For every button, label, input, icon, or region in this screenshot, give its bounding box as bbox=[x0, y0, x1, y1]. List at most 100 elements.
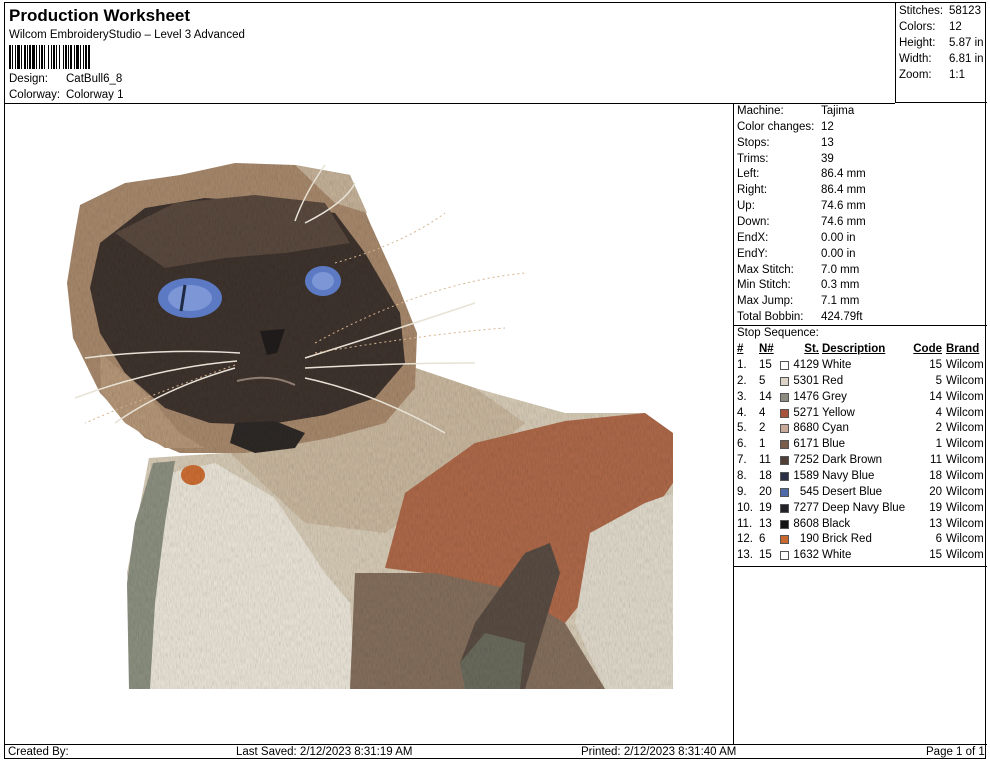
row-stitches: 5271 bbox=[793, 406, 819, 419]
info-row: Up: 74.6 mm bbox=[737, 200, 866, 212]
color-swatch bbox=[780, 471, 789, 481]
row-stitches: 7277 bbox=[793, 501, 819, 514]
row-brand: Wilcom bbox=[946, 517, 984, 530]
stop-sequence-row: 10. 19 7277 Deep Navy Blue 19 Wilcom bbox=[734, 502, 987, 518]
divider bbox=[734, 566, 987, 567]
info-value: 86.4 mm bbox=[821, 184, 866, 197]
info-label: Color changes: bbox=[737, 120, 815, 133]
stop-sequence-row: 9. 20 545 Desert Blue 20 Wilcom bbox=[734, 486, 987, 502]
stop-sequence-row: 12. 6 190 Brick Red 6 Wilcom bbox=[734, 533, 987, 549]
row-index: 2. bbox=[737, 374, 747, 387]
design-name-row: Design: CatBull6_8 bbox=[9, 73, 122, 85]
row-needle: 15 bbox=[759, 359, 772, 371]
info-label: Down: bbox=[737, 215, 770, 228]
color-swatch bbox=[780, 376, 789, 386]
barcode-image bbox=[9, 45, 155, 69]
row-stitches: 545 bbox=[799, 485, 819, 498]
info-label: Machine: bbox=[737, 105, 784, 117]
col-brand-header: Brand bbox=[946, 343, 980, 355]
row-brand: Wilcom bbox=[946, 469, 984, 482]
row-stitches: 1589 bbox=[793, 469, 819, 482]
row-description: Grey bbox=[822, 390, 847, 403]
info-row: Down: 74.6 mm bbox=[737, 216, 866, 228]
stat-label: Zoom: bbox=[899, 69, 932, 81]
color-swatch bbox=[780, 456, 789, 466]
stop-sequence-row: 6. 1 6171 Blue 1 Wilcom bbox=[734, 438, 987, 454]
stop-sequence-row: 3. 14 1476 Grey 14 Wilcom bbox=[734, 391, 987, 407]
info-row: Total Bobbin: 424.79ft bbox=[737, 311, 863, 323]
row-code: 14 bbox=[929, 390, 942, 403]
row-index: 4. bbox=[737, 406, 747, 419]
info-label: Min Stitch: bbox=[737, 279, 791, 292]
row-description: Cyan bbox=[822, 422, 849, 435]
row-code: 13 bbox=[929, 517, 942, 530]
row-brand: Wilcom bbox=[946, 485, 984, 498]
row-brand: Wilcom bbox=[946, 359, 984, 371]
row-index: 3. bbox=[737, 390, 747, 403]
row-description: Blue bbox=[822, 438, 846, 451]
row-needle: 13 bbox=[759, 517, 772, 530]
row-code: 6 bbox=[935, 533, 942, 546]
divider bbox=[734, 325, 987, 326]
stop-sequence-row: 7. 11 7252 Dark Brown 11 Wilcom bbox=[734, 454, 987, 470]
stat-stitches: Stitches: 58123 bbox=[899, 5, 981, 17]
info-label: EndX: bbox=[737, 231, 769, 244]
info-row: Right: 86.4 mm bbox=[737, 184, 866, 196]
row-needle: 2 bbox=[759, 422, 766, 435]
stat-label: Stitches: bbox=[899, 5, 944, 17]
stop-sequence-row: 5. 2 8680 Cyan 2 Wilcom bbox=[734, 422, 987, 438]
row-code: 19 bbox=[929, 501, 942, 514]
color-swatch bbox=[780, 408, 789, 418]
row-brand: Wilcom bbox=[946, 533, 984, 546]
row-description: Yellow bbox=[822, 406, 855, 419]
row-stitches: 8608 bbox=[793, 517, 819, 530]
row-code: 1 bbox=[935, 438, 942, 451]
row-stitches: 6171 bbox=[793, 438, 819, 451]
design-preview bbox=[5, 103, 734, 744]
info-row: Trims: 39 bbox=[737, 153, 834, 165]
row-brand: Wilcom bbox=[946, 422, 984, 435]
color-swatch bbox=[780, 487, 789, 497]
row-index: 10. bbox=[737, 501, 753, 514]
stop-sequence-row: 8. 18 1589 Navy Blue 18 Wilcom bbox=[734, 470, 987, 486]
col-code-header: Code bbox=[913, 343, 942, 355]
row-needle: 18 bbox=[759, 469, 772, 482]
info-row: Color changes: 12 bbox=[737, 121, 834, 133]
row-needle: 19 bbox=[759, 501, 772, 514]
info-value: 424.79ft bbox=[821, 311, 863, 324]
info-row: Min Stitch: 0.3 mm bbox=[737, 279, 859, 291]
colorway-value: Colorway 1 bbox=[66, 89, 124, 101]
row-code: 15 bbox=[929, 359, 942, 371]
info-label: Up: bbox=[737, 200, 755, 213]
stat-height: Height: 5.87 in bbox=[899, 37, 984, 49]
row-stitches: 4129 bbox=[793, 359, 819, 371]
row-needle: 20 bbox=[759, 485, 772, 498]
row-brand: Wilcom bbox=[946, 454, 984, 467]
info-value: 13 bbox=[821, 136, 834, 149]
barcode-bar bbox=[88, 45, 90, 69]
info-label: Max Jump: bbox=[737, 295, 794, 308]
row-description: White bbox=[822, 359, 852, 371]
stat-value: 6.81 in bbox=[949, 53, 984, 65]
info-value: 12 bbox=[821, 120, 834, 133]
color-swatch bbox=[780, 551, 789, 561]
stat-label: Height: bbox=[899, 37, 936, 49]
info-label: EndY: bbox=[737, 247, 768, 260]
row-index: 1. bbox=[737, 359, 747, 371]
info-row: EndX: 0.00 in bbox=[737, 232, 856, 244]
row-code: 11 bbox=[930, 454, 942, 467]
design-value: CatBull6_8 bbox=[66, 73, 123, 85]
row-index: 9. bbox=[737, 485, 747, 498]
stop-sequence-row: 1. 15 4129 White 15 Wilcom bbox=[734, 359, 987, 375]
row-code: 20 bbox=[929, 485, 942, 498]
stop-sequence-row: 2. 5 5301 Red 5 Wilcom bbox=[734, 375, 987, 391]
design-stats: Stitches: 58123 Colors: 12 Height: 5.87 in … bbox=[895, 3, 987, 103]
production-worksheet: Production Worksheet Wilcom EmbroiderySt… bbox=[4, 2, 987, 759]
stat-label: Colors: bbox=[899, 21, 936, 33]
row-stitches: 1476 bbox=[793, 390, 819, 403]
row-code: 2 bbox=[935, 422, 942, 435]
stop-sequence-header: # N# St. Description Code Brand bbox=[734, 343, 987, 359]
row-code: 18 bbox=[929, 469, 942, 482]
info-value: Tajima bbox=[821, 105, 855, 117]
info-row: Max Jump: 7.1 mm bbox=[737, 295, 859, 307]
